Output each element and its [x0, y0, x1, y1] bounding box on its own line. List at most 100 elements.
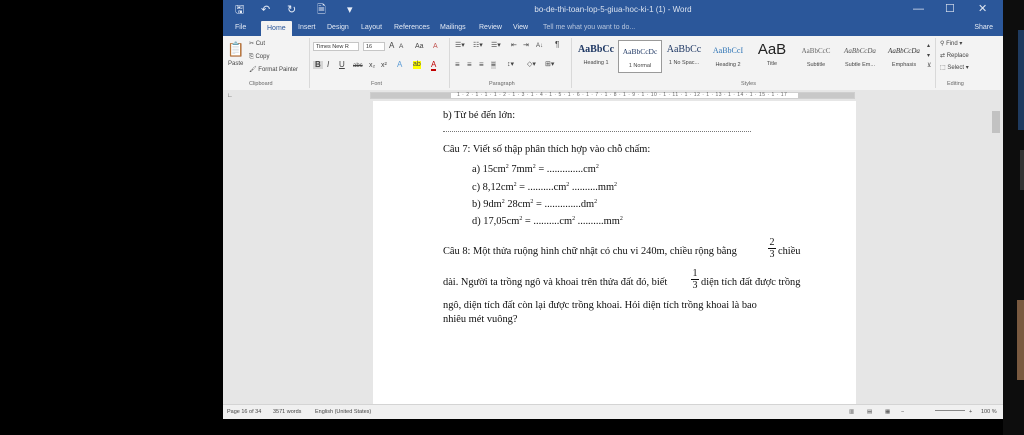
sort-icon[interactable]: A↓ — [536, 42, 543, 50]
style-emphasis[interactable]: AaBbCcDa Emphasis — [882, 40, 926, 73]
ruler-bar[interactable]: 1 · 2 · 1 · 1 · 1 · 2 · 1 · 3 · 1 · 4 · … — [370, 92, 855, 99]
bold-button[interactable]: B — [313, 61, 323, 69]
backdrop-strip — [1017, 300, 1024, 380]
scrollbar-thumb[interactable] — [992, 111, 1000, 133]
italic-button[interactable]: I — [327, 61, 329, 69]
group-divider — [309, 38, 310, 88]
style-subtitle[interactable]: AaBbCcC Subtitle — [794, 40, 838, 73]
font-color-button[interactable]: A — [431, 61, 437, 71]
shrink-font-button[interactable]: A — [399, 43, 403, 51]
paste-icon[interactable]: 📋 — [227, 42, 244, 56]
print-layout-icon[interactable]: ▤ — [867, 409, 872, 415]
replace-button[interactable]: ⇄ Replace — [940, 52, 969, 60]
text-effects-button[interactable]: A — [397, 61, 402, 69]
share-button[interactable]: Share — [974, 23, 993, 33]
numbering-icon[interactable]: ☷▾ — [473, 42, 483, 50]
page-count[interactable]: Page 16 of 34 — [227, 409, 261, 415]
cut-button[interactable]: ✂ Cut — [249, 40, 265, 48]
question-8-line-2: dài. Người ta trồng ngô và khoai trên th… — [443, 277, 668, 288]
tab-selector-icon[interactable]: ∟ — [227, 92, 233, 100]
read-mode-icon[interactable]: ▥ — [849, 409, 854, 415]
maximize-button[interactable]: ☐ — [945, 2, 955, 16]
change-case-button[interactable]: Aa — [415, 43, 424, 51]
subscript-button[interactable]: x₂ — [369, 62, 375, 70]
paste-button[interactable]: Paste — [228, 60, 243, 68]
ribbon: 📋 Paste ✂ Cut ⎘ Copy 🖌 Format Painter Cl… — [223, 36, 1003, 91]
font-size-box[interactable]: 16 — [363, 42, 385, 51]
underline-button[interactable]: U — [339, 61, 345, 69]
paragraph-group-label: Paragraph — [489, 81, 515, 87]
tab-mailings[interactable]: Mailings — [440, 23, 466, 33]
web-layout-icon[interactable]: ▦ — [885, 409, 890, 415]
zoom-out-button[interactable]: − — [901, 409, 904, 415]
font-group-label: Font — [371, 81, 383, 87]
format-painter-button[interactable]: 🖌 Format Painter — [249, 66, 298, 74]
tell-me-box[interactable]: Tell me what you want to do... — [543, 23, 635, 33]
align-right-icon[interactable]: ≡ — [479, 61, 484, 69]
zoom-in-button[interactable]: + — [969, 409, 972, 415]
cut-icon: ✂ — [249, 41, 256, 47]
align-center-icon[interactable]: ≡ — [467, 61, 472, 69]
document-page[interactable]: b) Từ bé đến lớn: Câu 7: Viết số thập ph… — [373, 101, 856, 404]
minimize-button[interactable]: — — [913, 2, 924, 16]
style-heading-2[interactable]: AaBbCcI Heading 2 — [706, 40, 750, 73]
show-marks-button[interactable]: ¶ — [555, 41, 559, 49]
ruler-ticks: 1 · 2 · 1 · 1 · 1 · 2 · 1 · 3 · 1 · 4 · … — [457, 92, 788, 98]
find-button[interactable]: ⚲ Find ▾ — [940, 40, 962, 48]
tab-file[interactable]: File — [235, 23, 246, 33]
decrease-indent-icon[interactable]: ⇤ — [511, 42, 517, 50]
tab-design[interactable]: Design — [327, 23, 349, 33]
borders-icon[interactable]: ⊞▾ — [545, 61, 554, 69]
style-heading-1[interactable]: AaBbCc Heading 1 — [574, 40, 618, 73]
clipboard-group-label: Clipboard — [249, 81, 273, 87]
multilevel-list-icon[interactable]: ☰▾ — [491, 42, 501, 50]
select-button[interactable]: ⬚ Select ▾ — [940, 64, 969, 72]
font-name-box[interactable]: Times New R — [313, 42, 359, 51]
tab-references[interactable]: References — [394, 23, 430, 33]
bullets-icon[interactable]: ☰▾ — [455, 42, 465, 50]
ribbon-tabs: File Home Insert Design Layout Reference… — [223, 20, 1003, 36]
increase-indent-icon[interactable]: ⇥ — [523, 42, 529, 50]
highlight-button[interactable]: ab — [413, 61, 421, 69]
tab-review[interactable]: Review — [479, 23, 502, 33]
style-normal[interactable]: AaBbCcDc 1 Normal — [618, 40, 662, 73]
question-8-line-3: ngô, diện tích đất còn lại được trồng kh… — [443, 300, 757, 311]
document-workspace[interactable]: b) Từ bé đến lớn: Câu 7: Viết số thập ph… — [223, 101, 1003, 404]
language-indicator[interactable]: English (United States) — [315, 409, 371, 415]
doc-line-b: b) Từ bé đến lớn: — [443, 110, 516, 121]
zoom-level[interactable]: 100 % — [981, 409, 997, 415]
align-left-icon[interactable]: ≡ — [455, 61, 460, 69]
zoom-slider[interactable] — [935, 410, 965, 411]
styles-scroll-up-icon[interactable]: ▴ — [927, 42, 930, 50]
word-count[interactable]: 3571 words — [273, 409, 301, 415]
question-8-line-2-end: diện tích đất được trồng — [701, 277, 801, 288]
strikethrough-button[interactable]: abc — [353, 62, 363, 70]
replace-icon: ⇄ — [940, 53, 947, 59]
vertical-scrollbar[interactable] — [989, 101, 1003, 404]
editing-group-label: Editing — [947, 81, 964, 87]
tab-home[interactable]: Home — [261, 21, 292, 36]
style-subtle-emphasis[interactable]: AaBbCcDa Subtle Em... — [838, 40, 882, 73]
dotted-separator — [443, 131, 751, 132]
justify-icon[interactable]: ≡ — [491, 61, 496, 69]
grow-font-button[interactable]: A — [389, 42, 394, 50]
style-title[interactable]: AaB Title — [750, 40, 794, 73]
style-no-spacing[interactable]: AaBbCc 1 No Spac... — [662, 40, 706, 73]
tab-view[interactable]: View — [513, 23, 528, 33]
close-button[interactable]: ✕ — [978, 2, 987, 16]
question-8-line-4: nhiêu mét vuông? — [443, 314, 518, 325]
group-divider — [571, 38, 572, 88]
tab-insert[interactable]: Insert — [298, 23, 316, 33]
line-spacing-icon[interactable]: ↕▾ — [507, 61, 514, 69]
superscript-button[interactable]: x² — [381, 62, 387, 70]
q7-item-a: a) 15cm2 7mm2 = ..............cm2 — [472, 164, 599, 175]
q7-item-c: c) 8,12cm2 = ..........cm2 ..........mm2 — [472, 182, 618, 193]
document-title: bo-de-thi-toan-lop-5-giua-hoc-ki-1 (1) -… — [534, 5, 692, 14]
tab-layout[interactable]: Layout — [361, 23, 382, 33]
copy-button[interactable]: ⎘ Copy — [249, 53, 269, 61]
styles-more-icon[interactable]: ⊻ — [927, 62, 931, 70]
styles-scroll-down-icon[interactable]: ▾ — [927, 52, 930, 60]
clear-format-button[interactable]: A — [433, 43, 438, 51]
horizontal-ruler[interactable]: ∟ 1 · 2 · 1 · 1 · 1 · 2 · 1 · 3 · 1 · 4 … — [223, 90, 1003, 101]
shading-icon[interactable]: ◇▾ — [527, 61, 536, 69]
